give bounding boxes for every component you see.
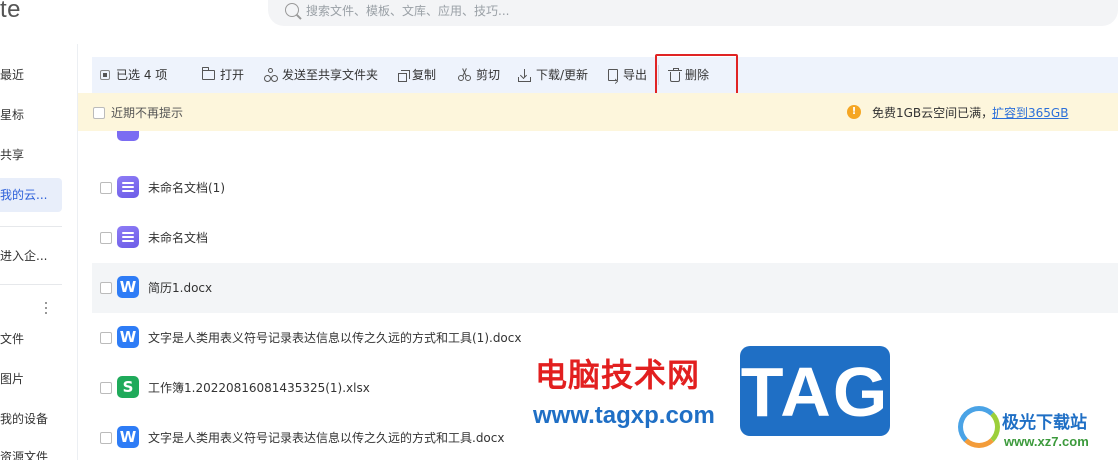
watermark-download-site-name: 极光下载站 [1002, 413, 1087, 433]
spreadsheet-icon: S [117, 376, 139, 398]
row-checkbox[interactable] [100, 432, 112, 444]
watermark-tag-logo: TAG [740, 346, 890, 436]
file-name[interactable]: 未命名文档 [148, 229, 208, 246]
open-button[interactable]: 打开 [202, 57, 244, 93]
export-button[interactable]: 导出 [608, 57, 648, 98]
word-doc-icon: W [117, 426, 139, 448]
export-icon [608, 64, 619, 98]
open-label: 打开 [220, 68, 245, 82]
file-row[interactable]: 未命名文档 [92, 213, 1118, 263]
download-update-label: 下载/更新 [536, 68, 589, 82]
cut-button[interactable]: 剪切 [458, 57, 500, 93]
file-name[interactable]: 文字是人类用表义符号记录表达信息以传之久远的方式和工具.docx [148, 429, 504, 446]
sidebar-item-shared[interactable]: 共享 [0, 138, 62, 172]
sidebar-item-images[interactable]: 图片 [0, 362, 62, 396]
sidebar: 最近 星标 共享 我的云... 进入企... 文件 图片 我的设备 资源文件 [0, 44, 78, 460]
search-input[interactable] [306, 1, 706, 21]
send-to-shared-button[interactable]: 发送至共享文件夹 [264, 57, 378, 93]
storage-notice-bar: 近期不再提示 ! 免费1GB云空间已满， 扩容到365GB [78, 93, 1118, 131]
watermark-site-name: 电脑技术网 [535, 356, 701, 394]
sidebar-item-enterprise[interactable]: 进入企... [0, 239, 62, 273]
sidebar-divider [0, 226, 62, 227]
download-icon [518, 69, 531, 82]
sidebar-item-files[interactable]: 文件 [0, 322, 62, 356]
doc-icon [117, 131, 139, 151]
warning-icon: ! [847, 105, 861, 119]
doc-icon [117, 176, 139, 198]
copy-button[interactable]: 复制 [398, 57, 436, 93]
sidebar-item-my-cloud[interactable]: 我的云... [0, 178, 62, 212]
dont-remind-checkbox[interactable] [93, 107, 105, 119]
search-bar[interactable] [268, 0, 1118, 26]
app-brand: te [0, 0, 22, 23]
dont-remind-label: 近期不再提示 [111, 106, 184, 120]
select-all-checkbox[interactable] [100, 70, 110, 80]
sidebar-item-recent[interactable]: 最近 [0, 58, 62, 92]
export-label: 导出 [623, 68, 648, 82]
row-checkbox[interactable] [100, 232, 112, 244]
cut-label: 剪切 [476, 68, 501, 82]
file-name[interactable]: 工作簿1.20220816081435325(1).xlsx [148, 379, 370, 396]
top-bar: te [0, 0, 1118, 44]
row-checkbox[interactable] [100, 282, 112, 294]
storage-full-message: 免费1GB云空间已满， [872, 106, 994, 120]
search-icon [285, 3, 299, 17]
row-checkbox[interactable] [100, 332, 112, 344]
row-checkbox[interactable] [100, 182, 112, 194]
sidebar-item-starred[interactable]: 星标 [0, 98, 62, 132]
watermark-url: www.tagxp.com [533, 402, 715, 429]
share-icon [264, 68, 278, 82]
copy-icon [398, 69, 410, 82]
file-name[interactable]: 简历1.docx [148, 279, 212, 296]
upgrade-storage-link[interactable]: 扩容到365GB [992, 104, 1068, 121]
scissors-icon [458, 68, 471, 81]
watermark-download-site-url: www.xz7.com [1004, 434, 1089, 449]
selection-count[interactable]: 已选 4 项 [100, 57, 167, 93]
word-doc-icon: W [117, 276, 139, 298]
folder-open-icon [202, 67, 215, 80]
word-doc-icon: W [117, 326, 139, 348]
file-name[interactable]: 文字是人类用表义符号记录表达信息以传之久远的方式和工具(1).docx [148, 329, 521, 346]
selection-count-label: 已选 4 项 [116, 68, 168, 82]
selection-toolbar: 已选 4 项 打开 发送至共享文件夹 复制 剪切 下载/更新 导出 删除 [92, 57, 1118, 98]
row-checkbox[interactable] [100, 382, 112, 394]
file-row[interactable]: W 简历1.docx [92, 263, 1118, 313]
aurora-logo-icon [958, 406, 1000, 448]
file-name[interactable]: 未命名文档(1) [148, 179, 225, 196]
sidebar-item-my-devices[interactable]: 我的设备 [0, 402, 62, 436]
doc-icon [117, 226, 139, 248]
copy-label: 复制 [412, 68, 437, 82]
download-update-button[interactable]: 下载/更新 [518, 57, 588, 93]
sidebar-item-resource-files[interactable]: 资源文件 [0, 440, 62, 460]
file-row[interactable]: 未命名文档(1) [92, 163, 1118, 213]
more-vertical-icon[interactable] [44, 302, 48, 316]
send-to-shared-label: 发送至共享文件夹 [282, 68, 379, 82]
sidebar-divider [0, 284, 62, 285]
